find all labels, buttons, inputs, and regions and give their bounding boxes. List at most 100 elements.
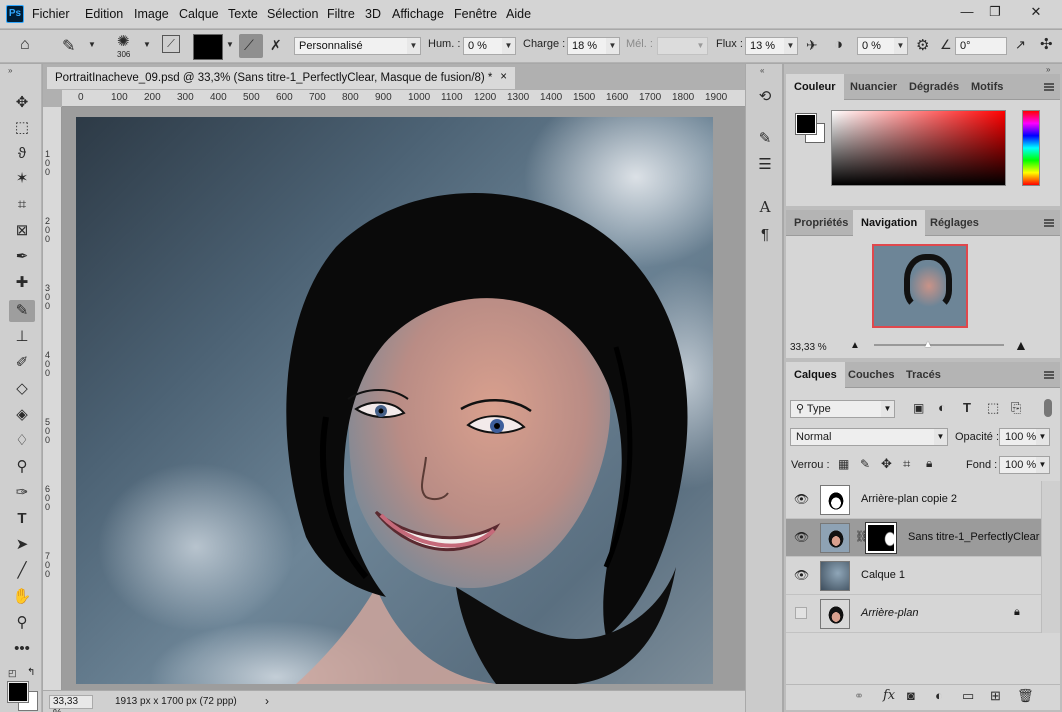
visibility-checkbox[interactable] [795,607,807,619]
chevron-down-icon[interactable]: ▼ [784,37,798,55]
adjustment-icon[interactable]: ◐ [935,688,943,703]
chevron-down-icon[interactable]: ▼ [881,400,895,418]
layer-row[interactable]: Arrière-plan 🔒︎ [786,595,1041,633]
brush-color-swatch[interactable] [193,34,223,60]
flow-input[interactable]: 13 % [745,37,785,55]
hand-tool-icon[interactable]: ✋ [9,586,35,608]
layer-row[interactable]: 👁︎ Calque 1 [786,557,1041,595]
tab-calques[interactable]: Calques [786,362,845,388]
gear-icon[interactable]: ⚙ [916,36,929,54]
history-brush-icon[interactable]: ✐ [9,352,35,374]
layer-name[interactable]: Calque 1 [861,569,905,581]
zoom-tool-icon[interactable]: ⚲ [9,612,35,634]
collapse-icon[interactable]: » [1046,65,1050,74]
menu-3d[interactable]: 3D [365,7,381,21]
hue-slider[interactable] [1022,110,1040,186]
lock-pixels-icon[interactable]: ✎ [860,457,870,471]
crop-tool-icon[interactable]: ⌗ [9,194,35,216]
magic-wand-icon[interactable]: ✶ [9,168,35,190]
home-icon[interactable]: ⌂ [20,36,30,54]
eraser-icon[interactable]: ◇ [9,378,35,400]
pressure-opacity-icon[interactable]: ◑ [834,36,843,53]
chevron-down-icon[interactable]: ▼ [88,40,96,49]
layer-name[interactable]: Arrière-plan copie 2 [861,493,957,505]
move-tool-icon[interactable]: ✥ [9,92,35,114]
tab-couleur[interactable]: Couleur [786,74,844,100]
clone-stamp-icon[interactable]: ⊥ [9,326,35,348]
zoom-in-icon[interactable]: ▲ [1014,337,1028,353]
eye-icon[interactable]: 👁︎ [794,530,809,544]
tab-nuancier[interactable]: Nuancier [842,74,905,100]
status-menu-arrow[interactable]: › [265,694,269,708]
tab-degrades[interactable]: Dégradés [901,74,967,100]
marquee-tool-icon[interactable]: ⬚ [9,117,35,139]
layer-mask-thumbnail[interactable] [865,522,897,554]
tab-couches[interactable]: Couches [840,362,902,388]
brush-preset-select[interactable]: Personnalisé [294,37,408,55]
layers-scrollbar[interactable] [1041,481,1060,633]
angle-input[interactable]: 0° [955,37,1007,55]
tab-motifs[interactable]: Motifs [963,74,1011,100]
panel-menu-icon[interactable] [1044,83,1054,91]
blend-mode-select[interactable]: Normal [790,428,935,446]
eye-icon[interactable]: 👁︎ [794,492,809,506]
trash-icon[interactable]: 🗑︎ [1017,688,1034,704]
default-colors-icon[interactable]: ◰ [8,668,17,679]
layer-row-selected[interactable]: 👁︎ ⛓︎ Sans titre-1_PerfectlyClear [786,519,1041,557]
mask-icon[interactable]: ◙ [907,688,915,703]
mixer-brush-icon[interactable]: ✎ [9,300,35,322]
menu-texte[interactable]: Texte [228,7,258,21]
lock-all-icon[interactable]: 🔒︎ [926,456,932,471]
history-panel-icon[interactable]: ⟲ [754,86,776,108]
group-icon[interactable]: ▭ [962,688,974,704]
lock-transparency-icon[interactable]: ▦ [838,457,849,471]
menu-aide[interactable]: Aide [506,7,531,21]
navigation-preview[interactable] [872,244,968,328]
chevron-down-icon[interactable]: ▼ [894,37,908,55]
layer-row[interactable]: 👁︎ Arrière-plan copie 2 [786,481,1041,519]
shape-filter-icon[interactable]: ⬚ [987,400,999,416]
new-layer-icon[interactable]: ⊞ [990,688,1001,704]
link-icon[interactable]: ⚭ [854,689,864,703]
collapse-icon[interactable]: » [8,66,12,75]
fill-input[interactable]: 100 % [999,456,1037,474]
zoom-slider-track[interactable] [874,344,1004,346]
menu-fenetre[interactable]: Fenêtre [454,7,497,21]
panel-menu-icon[interactable] [1044,371,1054,379]
eye-icon[interactable]: 👁︎ [794,568,809,582]
brush-tip-icon[interactable]: ✺ [117,32,130,50]
foreground-color-swatch[interactable] [7,681,29,703]
fx-icon[interactable]: fx [883,688,895,703]
lasso-tool-icon[interactable]: ϑ [9,143,35,165]
chevron-down-icon[interactable]: ▼ [606,37,620,55]
document-canvas[interactable] [76,117,713,684]
brush-settings-panel-icon[interactable]: ✎ [754,128,776,150]
color-picker-field[interactable] [831,110,1006,186]
lock-position-icon[interactable]: ✥ [881,456,892,472]
panel-menu-icon[interactable] [1044,219,1054,227]
document-tab[interactable]: PortraitInacheve_09.psd @ 33,3% (Sans ti… [46,66,516,89]
pen-tool-icon[interactable]: ✑ [9,482,35,504]
layer-name[interactable]: Arrière-plan [861,607,918,619]
swap-colors-icon[interactable]: ↰ [27,667,35,678]
adjustment-filter-icon[interactable]: ◐ [938,400,946,415]
zoom-out-icon[interactable]: ▲ [850,340,860,351]
frame-tool-icon[interactable]: ⊠ [9,220,35,242]
eyedropper-icon[interactable]: ✒ [9,246,35,268]
opacity-input[interactable]: 100 % [999,428,1037,446]
tab-reglages[interactable]: Réglages [922,210,987,236]
smart-object-filter-icon[interactable]: ⎘ [1011,400,1021,416]
character-panel-icon[interactable]: A [754,196,776,218]
menu-calque[interactable]: Calque [179,7,219,21]
close-tab-icon[interactable]: × [500,71,507,83]
clean-brush-icon[interactable]: ✗ [270,37,282,54]
chevron-down-icon[interactable]: ▼ [502,37,516,55]
minimize-button[interactable]: — [954,2,980,22]
more-tools-icon[interactable]: ••• [9,638,35,660]
pressure-size-icon[interactable]: ↗ [1015,37,1026,53]
tab-proprietes[interactable]: Propriétés [786,210,856,236]
paragraph-panel-icon[interactable]: ¶ [754,224,776,246]
tab-traces[interactable]: Tracés [898,362,949,388]
layer-name[interactable]: Sans titre-1_PerfectlyClear [908,531,1039,543]
symmetry-icon[interactable]: ✣ [1040,35,1053,53]
